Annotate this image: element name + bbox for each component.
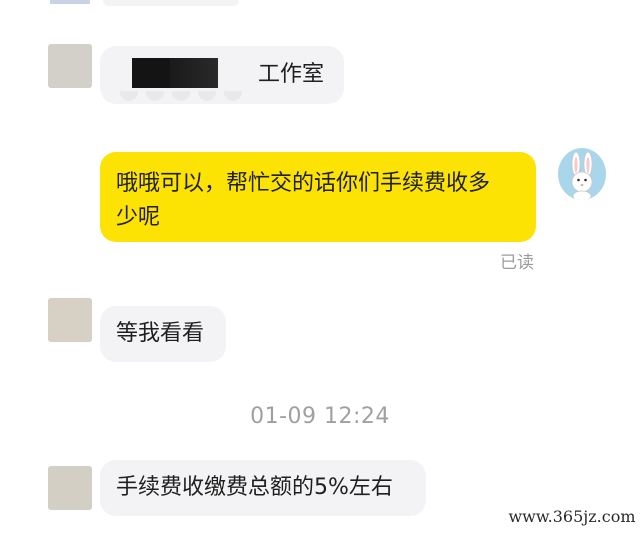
sender-avatar[interactable] (48, 298, 92, 342)
message-text-line-1: 哦哦可以，帮忙交的话你们手续费收多 (116, 171, 491, 196)
message-bubble-left[interactable]: 等我看看 (100, 306, 226, 362)
redaction-artifacts (120, 86, 250, 101)
rabbit-avatar-icon[interactable] (558, 148, 606, 200)
message-text-line-2: 少呢 (116, 205, 161, 230)
previous-avatar-fragment (50, 0, 90, 4)
previous-bubble-fragment (103, 0, 239, 6)
message-bubble-right[interactable]: 哦哦可以，帮忙交的话你们手续费收多 少呢 (100, 152, 536, 242)
chat-window: 工作室 哦哦可以，帮忙交的话你们手续费收多 少呢 已读 等我看看 01-09 1… (0, 0, 640, 534)
site-watermark: www.365jz.com (506, 504, 638, 530)
read-status: 已读 (500, 253, 534, 273)
message-text: 工作室 (258, 62, 325, 87)
redacted-name-shade (170, 58, 218, 88)
message-bubble-left[interactable]: 手续费收缴费总额的5%左右 (100, 460, 426, 516)
rabbit-icon (571, 151, 593, 200)
timestamp-divider: 01-09 12:24 (250, 404, 390, 429)
message-text: 手续费收缴费总额的5%左右 (116, 475, 393, 500)
sender-avatar[interactable] (48, 466, 92, 510)
message-text: 等我看看 (116, 321, 205, 346)
sender-avatar[interactable] (48, 44, 92, 88)
